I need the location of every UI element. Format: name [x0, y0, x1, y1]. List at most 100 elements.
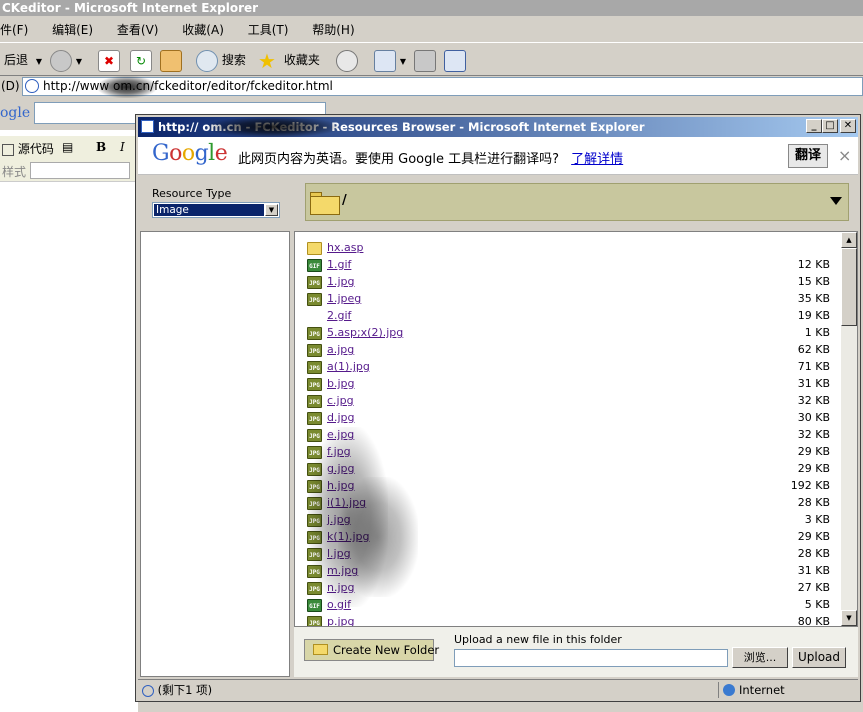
redaction-noise	[278, 417, 428, 617]
scroll-up-icon[interactable]: ▲	[841, 232, 857, 248]
upload-button[interactable]: Upload	[792, 647, 846, 668]
menu-file[interactable]: 件(F)	[0, 18, 28, 42]
jpg-file-icon: JPG	[307, 395, 322, 408]
file-name-link[interactable]: a.jpg	[327, 343, 354, 356]
file-row[interactable]: JPG 1.jpg 15 KB	[295, 274, 840, 291]
maximize-button[interactable]: □	[822, 119, 838, 133]
file-name-link[interactable]: hx.asp	[327, 241, 363, 254]
file-size: 15 KB	[797, 275, 830, 288]
scroll-thumb[interactable]	[841, 248, 857, 326]
file-size: 31 KB	[797, 377, 830, 390]
forward-button[interactable]: ▼	[50, 48, 82, 72]
file-name-link[interactable]: 2.gif	[327, 309, 351, 322]
mail-icon	[374, 49, 396, 72]
file-row[interactable]: GIF 1.gif 12 KB	[295, 257, 840, 274]
file-size: 3 KB	[804, 513, 830, 526]
file-name-link[interactable]: c.jpg	[327, 394, 354, 407]
file-row[interactable]: 2.gif 19 KB	[295, 308, 840, 325]
file-name-link[interactable]: b.jpg	[327, 377, 355, 390]
resource-type-panel: Resource Type Image ▼	[138, 175, 291, 231]
status-text-wrap: (剩下1 项)	[142, 682, 212, 698]
refresh-button[interactable]: ↻	[130, 48, 152, 72]
stop-icon: ✖	[98, 49, 120, 72]
resource-type-select[interactable]: Image ▼	[152, 202, 280, 218]
bold-button[interactable]: B	[96, 140, 106, 154]
star-icon: ★	[258, 48, 276, 73]
outer-window-title: CKeditor - Microsoft Internet Explorer	[0, 0, 863, 16]
menu-edit[interactable]: 编辑(E)	[52, 18, 93, 42]
favorites-button[interactable]: ★ 收藏夹	[258, 48, 320, 72]
file-row[interactable]: JPG c.jpg 32 KB	[295, 393, 840, 410]
back-button[interactable]: 后退 ▼	[4, 48, 42, 72]
resource-type-label: Resource Type	[152, 187, 232, 200]
file-size: 31 KB	[797, 564, 830, 577]
chevron-down-icon[interactable]: ▼	[265, 204, 278, 216]
file-size: 29 KB	[797, 462, 830, 475]
chevron-down-icon[interactable]	[830, 197, 842, 205]
search-button[interactable]: 搜索	[196, 48, 246, 72]
file-size: 32 KB	[797, 428, 830, 441]
chevron-down-icon: ▼	[35, 57, 42, 66]
file-size: 192 KB	[790, 479, 830, 492]
file-name-link[interactable]: 1.jpeg	[327, 292, 361, 305]
gif-file-icon: GIF	[307, 259, 322, 272]
file-name-link[interactable]: a(1).jpg	[327, 360, 370, 373]
jpg-file-icon: JPG	[307, 378, 322, 391]
file-row[interactable]: JPG 1.jpeg 35 KB	[295, 291, 840, 308]
jpg-file-icon: JPG	[307, 327, 322, 340]
ie-status-icon	[142, 684, 154, 697]
create-folder-button[interactable]: Create New Folder	[304, 639, 439, 661]
jpg-file-icon: JPG	[307, 361, 322, 374]
vertical-scrollbar[interactable]: ▲ ▼	[841, 232, 857, 626]
copy-icon[interactable]: ▤	[62, 140, 73, 154]
file-row[interactable]: JPG a(1).jpg 71 KB	[295, 359, 840, 376]
upload-file-input[interactable]	[454, 649, 728, 667]
close-icon[interactable]: ×	[838, 146, 851, 165]
jpg-file-icon: JPG	[307, 276, 322, 289]
forward-arrow-icon	[50, 49, 72, 72]
browse-button[interactable]: 浏览...	[732, 647, 788, 668]
style-select[interactable]	[30, 162, 130, 179]
menu-favorites[interactable]: 收藏(A)	[182, 18, 224, 42]
file-name-link[interactable]: 1.jpg	[327, 275, 355, 288]
file-size: 35 KB	[797, 292, 830, 305]
popup-title-bar: http:// om.cn - FCKeditor - Resources Br…	[138, 117, 858, 137]
minimize-button[interactable]: _	[806, 119, 822, 133]
file-size: 28 KB	[797, 496, 830, 509]
file-size: 27 KB	[797, 581, 830, 594]
file-size: 28 KB	[797, 547, 830, 560]
home-button[interactable]	[160, 48, 182, 72]
file-name-link[interactable]: 1.gif	[327, 258, 351, 271]
learn-more-link[interactable]: 了解详情	[571, 152, 623, 167]
file-size: 30 KB	[797, 411, 830, 424]
folder-icon	[310, 189, 340, 215]
menu-help[interactable]: 帮助(H)	[312, 18, 354, 42]
file-row[interactable]: JPG b.jpg 31 KB	[295, 376, 840, 393]
close-window-button[interactable]: ✕	[840, 119, 856, 133]
source-button[interactable]: 源代码	[2, 140, 54, 157]
search-label: 搜索	[221, 53, 246, 67]
stop-button[interactable]: ✖	[98, 48, 120, 72]
zone-label: Internet	[739, 683, 785, 697]
file-row[interactable]: JPG a.jpg 62 KB	[295, 342, 840, 359]
favorites-label: 收藏夹	[283, 53, 320, 67]
file-name-link[interactable]: 5.asp;x(2).jpg	[327, 326, 403, 339]
translate-button[interactable]: 翻译	[788, 144, 828, 168]
italic-button[interactable]: I	[120, 140, 125, 154]
scroll-down-icon[interactable]: ▼	[841, 610, 857, 626]
file-size: 5 KB	[804, 598, 830, 611]
style-label: 样式	[2, 165, 27, 179]
file-row[interactable]: JPG 5.asp;x(2).jpg 1 KB	[295, 325, 840, 342]
file-icon	[307, 310, 322, 323]
print-button[interactable]	[414, 48, 436, 72]
file-size: 19 KB	[797, 309, 830, 322]
menu-view[interactable]: 查看(V)	[117, 18, 159, 42]
file-size: 71 KB	[797, 360, 830, 373]
menu-tools[interactable]: 工具(T)	[248, 18, 289, 42]
media-button[interactable]	[336, 48, 358, 72]
file-row[interactable]: hx.asp	[295, 240, 840, 257]
edit-button[interactable]	[444, 48, 466, 72]
resources-browser-window: http:// om.cn - FCKeditor - Resources Br…	[135, 114, 861, 702]
mail-button[interactable]: ▼	[374, 48, 406, 72]
address-label: (D)	[1, 79, 20, 93]
